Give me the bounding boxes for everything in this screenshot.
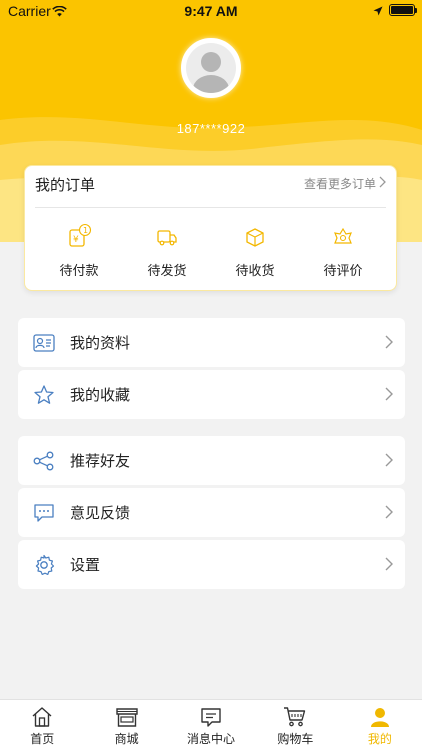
user-icon: [338, 704, 422, 730]
home-icon: [0, 704, 84, 730]
order-badge-count: 1: [83, 226, 88, 235]
tab-label: 首页: [30, 732, 55, 746]
feedback-icon: [18, 503, 70, 523]
tab-bar: 首页 商城 消息中心 购物车 我的: [0, 699, 422, 750]
review-icon: [299, 224, 387, 250]
order-status-to-review[interactable]: 待评价: [299, 224, 387, 279]
avatar[interactable]: [181, 38, 241, 98]
menu-item-label: 推荐好友: [70, 453, 131, 470]
tab-label: 商城: [114, 732, 139, 746]
menu-item-label: 意见反馈: [70, 505, 131, 522]
battery-icon: [389, 4, 417, 16]
payment-icon: ¥ 1: [35, 223, 123, 250]
menu-item-label: 设置: [70, 557, 101, 574]
location-arrow-icon: [373, 4, 383, 20]
order-status-unpaid[interactable]: ¥ 1 待付款: [35, 223, 123, 279]
order-status-label: 待发货: [147, 263, 187, 278]
user-phone: 187****922: [176, 121, 246, 136]
message-icon: [169, 704, 253, 730]
cart-icon: [253, 704, 337, 730]
order-status-row: ¥ 1 待付款 待发货 待收货 待评价: [25, 223, 398, 279]
order-status-label: 待付款: [59, 263, 99, 278]
menu-item-label: 我的收藏: [70, 387, 131, 404]
menu-item-feedback[interactable]: 意见反馈: [18, 488, 405, 537]
divider: [35, 207, 386, 208]
tab-label: 我的: [367, 732, 392, 746]
tab-home[interactable]: 首页: [0, 700, 84, 750]
menu-item-label: 我的资料: [70, 335, 131, 352]
tab-messages[interactable]: 消息中心: [169, 700, 253, 750]
tab-cart[interactable]: 购物车: [253, 700, 337, 750]
menu-item-recommend-friends[interactable]: 推荐好友: [18, 436, 405, 485]
tab-me[interactable]: 我的: [338, 700, 422, 750]
chevron-right-icon: [385, 557, 393, 576]
menu-group-settings: 推荐好友 意见反馈 设置: [18, 436, 405, 592]
truck-icon: [123, 224, 211, 250]
status-time: 9:47 AM: [184, 3, 238, 19]
menu-group-profile: 我的资料 我的收藏: [18, 318, 405, 422]
view-more-orders-label: 查看更多订单: [303, 177, 376, 191]
order-status-to-receive[interactable]: 待收货: [211, 224, 299, 279]
chevron-right-icon: [385, 505, 393, 524]
tab-label: 消息中心: [187, 732, 236, 746]
star-icon: [18, 384, 70, 406]
share-icon: [18, 451, 70, 471]
chevron-right-icon: [385, 335, 393, 354]
gear-icon: [18, 554, 70, 576]
view-more-orders-link[interactable]: 查看更多订单: [304, 175, 386, 192]
chevron-right-icon: [385, 387, 393, 406]
store-icon: [84, 704, 168, 730]
chevron-right-icon: [379, 176, 386, 191]
order-status-label: 待收货: [235, 263, 275, 278]
tab-label: 购物车: [277, 732, 314, 746]
order-status-to-ship[interactable]: 待发货: [123, 224, 211, 279]
order-status-label: 待评价: [323, 263, 363, 278]
menu-item-my-profile[interactable]: 我的资料: [18, 318, 405, 367]
profile-card-icon: [18, 333, 70, 352]
svg-text:¥: ¥: [73, 235, 79, 245]
chevron-right-icon: [385, 453, 393, 472]
order-card: 我的订单 查看更多订单 ¥ 1 待付款 待发货 待收货 待评价: [24, 165, 397, 291]
status-bar: Carrier 9:47 AM: [0, 0, 422, 22]
package-icon: [211, 224, 299, 250]
menu-item-my-favorites[interactable]: 我的收藏: [18, 370, 405, 419]
default-avatar-icon: [186, 43, 236, 93]
menu-item-settings[interactable]: 设置: [18, 540, 405, 589]
order-title: 我的订单: [35, 177, 96, 194]
tab-store[interactable]: 商城: [84, 700, 168, 750]
